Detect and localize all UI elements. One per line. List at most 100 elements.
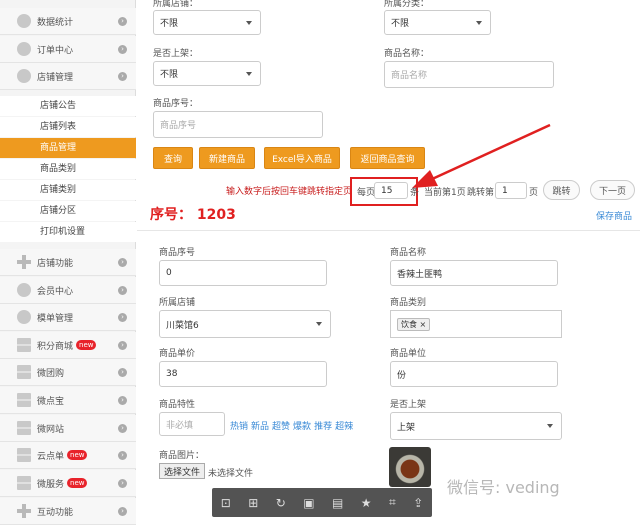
category-tag[interactable]: 饮食 × bbox=[397, 317, 431, 331]
plus-icon bbox=[17, 504, 31, 518]
sidebar-item-label: 店铺功能 bbox=[37, 258, 74, 269]
name-filter-input[interactable]: 商品名称 bbox=[384, 61, 554, 88]
image-icon[interactable]: ▣ bbox=[303, 496, 314, 510]
detail-unit-input[interactable]: 份 bbox=[390, 361, 558, 387]
points-icon bbox=[17, 338, 31, 352]
feature-link[interactable]: 新品 bbox=[251, 422, 269, 432]
jump-suffix: 页 bbox=[529, 188, 539, 198]
group-buy-icon bbox=[17, 365, 31, 379]
sidebar-item-website[interactable]: 微网站 › bbox=[0, 415, 136, 442]
per-page-prefix: 每页 bbox=[357, 188, 376, 198]
pagination-hint: 输入数字后按回车键跳转指定页 bbox=[226, 187, 353, 197]
detail-name-input[interactable]: 香辣土匪鸭 bbox=[390, 260, 558, 286]
cloud-order-icon bbox=[17, 448, 31, 462]
crop-icon[interactable]: ⌗ bbox=[389, 495, 396, 510]
goods-image-thumbnail bbox=[389, 447, 431, 487]
sidebar-item-stats[interactable]: 数据统计 › bbox=[0, 8, 136, 35]
new-badge: new bbox=[67, 478, 88, 488]
wdb-icon bbox=[17, 393, 31, 407]
subitem-store-notice[interactable]: 店铺公告 bbox=[0, 96, 136, 116]
chevron-icon: › bbox=[118, 340, 127, 350]
save-icon[interactable]: ▤ bbox=[332, 496, 343, 510]
sidebar-item-store-mgmt[interactable]: 店铺管理 › bbox=[0, 63, 136, 90]
detail-feature-input[interactable]: 非必填 bbox=[159, 412, 225, 436]
chevron-icon: › bbox=[118, 423, 127, 433]
detail-seq-input[interactable]: 0 bbox=[159, 260, 327, 286]
sidebar-item-label: 数据统计 bbox=[37, 17, 74, 28]
detail-shelf-label: 是否上架 bbox=[390, 400, 427, 410]
sidebar-item-label: 模单管理 bbox=[37, 313, 74, 324]
feature-link[interactable]: 超赞 bbox=[272, 422, 290, 432]
feature-link[interactable]: 热销 bbox=[230, 422, 248, 432]
seq-filter-input[interactable]: 商品序号 bbox=[153, 111, 323, 138]
detail-store-select[interactable]: 川菜馆6 bbox=[159, 310, 331, 338]
sidebar-item-interaction[interactable]: 互动功能 › bbox=[0, 498, 136, 525]
sidebar-item-label: 微点宝 bbox=[37, 396, 65, 407]
name-filter-label: 商品名称： bbox=[384, 49, 430, 59]
feature-link[interactable]: 超辣 bbox=[335, 422, 353, 432]
sidebar-item-store-func[interactable]: 店铺功能 › bbox=[0, 249, 136, 276]
rotate-icon[interactable]: ↻ bbox=[276, 496, 286, 510]
detail-store-label: 所属店铺 bbox=[159, 298, 196, 308]
detail-image-label: 商品图片： bbox=[159, 451, 205, 461]
sidebar-item-template[interactable]: 模单管理 › bbox=[0, 304, 136, 331]
sidebar-item-cloud-order[interactable]: 云点单 new › bbox=[0, 442, 136, 469]
store-filter-select[interactable]: 不限 bbox=[153, 10, 261, 35]
feature-link[interactable]: 爆款 bbox=[293, 422, 311, 432]
orders-icon bbox=[17, 42, 31, 56]
detail-feature-label: 商品特性 bbox=[159, 400, 196, 410]
save-goods-link[interactable]: 保存商品 bbox=[596, 209, 632, 222]
image-viewer-toolbar: ⊡ ⊞ ↻ ▣ ▤ ★ ⌗ ⇪ bbox=[212, 488, 432, 517]
store-filter-label: 所属店铺： bbox=[153, 0, 199, 9]
jump-button[interactable]: 跳转 bbox=[543, 180, 580, 200]
sidebar-item-label: 云点单 bbox=[37, 451, 65, 462]
category-filter-select[interactable]: 不限 bbox=[384, 10, 491, 35]
query-button[interactable]: 查询 bbox=[153, 147, 193, 169]
file-status: 未选择文件 bbox=[208, 469, 254, 479]
sidebar-item-orders[interactable]: 订单中心 › bbox=[0, 36, 136, 63]
sidebar-item-member[interactable]: 会员中心 › bbox=[0, 277, 136, 304]
subitem-goods-mgmt[interactable]: 商品管理 bbox=[0, 138, 136, 158]
feature-quick-links: 热销 新品 超赞 爆款 推荐 超辣 bbox=[230, 419, 356, 432]
detail-price-input[interactable]: 38 bbox=[159, 361, 327, 387]
new-badge: new bbox=[67, 450, 88, 460]
fit-screen-icon[interactable]: ⊞ bbox=[248, 496, 258, 510]
new-goods-button[interactable]: 新建商品 bbox=[199, 147, 255, 169]
chevron-icon: › bbox=[118, 506, 127, 516]
sidebar-item-label: 积分商城 bbox=[37, 341, 74, 352]
sidebar-item-wdb[interactable]: 微点宝 › bbox=[0, 387, 136, 414]
next-page-button[interactable]: 下一页 bbox=[590, 180, 635, 200]
detail-name-label: 商品名称 bbox=[390, 248, 427, 258]
detail-category-field[interactable]: 饮食 × bbox=[390, 310, 562, 338]
chevron-icon: › bbox=[118, 450, 127, 460]
detail-unit-label: 商品单位 bbox=[390, 349, 427, 359]
chevron-icon: › bbox=[118, 395, 127, 405]
per-page-input[interactable]: 15 bbox=[374, 182, 408, 199]
shelf-filter-select[interactable]: 不限 bbox=[153, 61, 261, 86]
new-badge: new bbox=[76, 340, 97, 350]
chevron-icon: › bbox=[118, 312, 127, 322]
sidebar-item-group-buy[interactable]: 微团购 › bbox=[0, 359, 136, 386]
sidebar-item-points[interactable]: 积分商城 new › bbox=[0, 332, 136, 359]
chevron-icon: › bbox=[118, 367, 127, 377]
jump-page-input[interactable]: 1 bbox=[495, 182, 527, 199]
feature-link[interactable]: 推荐 bbox=[314, 422, 332, 432]
subitem-store-list[interactable]: 店铺列表 bbox=[0, 117, 136, 137]
sidebar-item-label: 微服务 bbox=[37, 479, 65, 490]
sidebar-item-label: 订单中心 bbox=[37, 45, 74, 56]
excel-import-button[interactable]: Excel导入商品 bbox=[264, 147, 340, 169]
website-icon bbox=[17, 421, 31, 435]
subitem-goods-category[interactable]: 商品类别 bbox=[0, 159, 136, 179]
jump-prefix: 跳转第 bbox=[467, 188, 495, 198]
sidebar-item-label: 微团购 bbox=[37, 368, 65, 379]
share-icon[interactable]: ⇪ bbox=[413, 496, 423, 510]
subitem-store-zone[interactable]: 店铺分区 bbox=[0, 201, 136, 221]
bookmark-icon[interactable]: ★ bbox=[361, 496, 372, 510]
actual-size-icon[interactable]: ⊡ bbox=[221, 496, 231, 510]
subitem-printer[interactable]: 打印机设置 bbox=[0, 222, 136, 242]
subitem-store-category[interactable]: 店铺类别 bbox=[0, 180, 136, 200]
sidebar-item-service[interactable]: 微服务 new › bbox=[0, 470, 136, 497]
sidebar-item-label: 会员中心 bbox=[37, 286, 74, 297]
choose-file-button[interactable]: 选择文件 bbox=[159, 463, 205, 479]
detail-shelf-select[interactable]: 上架 bbox=[390, 412, 562, 440]
